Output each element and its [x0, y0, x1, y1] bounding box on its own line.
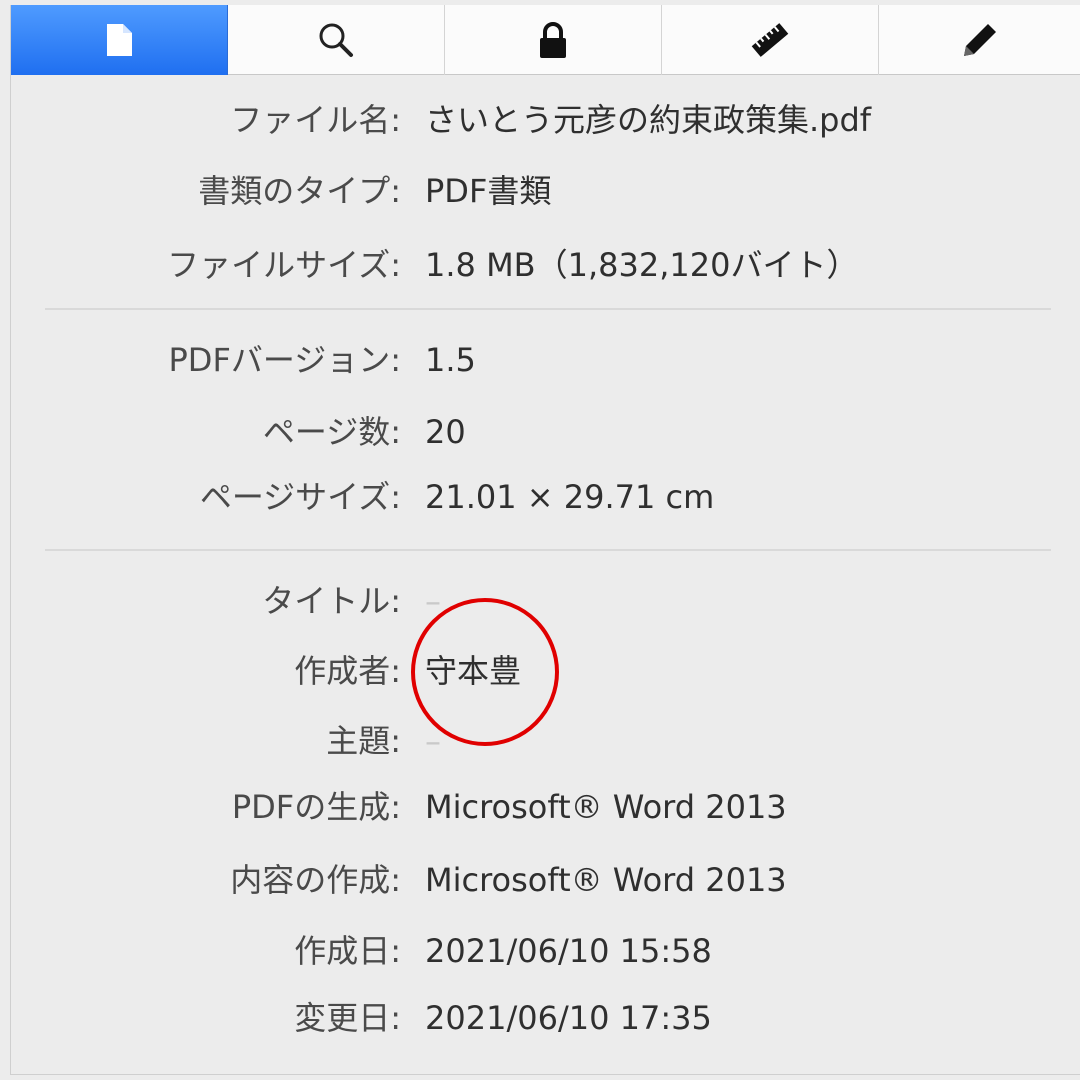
inspector-toolbar	[11, 5, 1080, 75]
info-row-creator: 内容の作成: Microsoft® Word 2013	[11, 855, 1080, 905]
info-row-created: 作成日: 2021/06/10 15:58	[11, 926, 1080, 976]
page-count-label: ページ数:	[262, 413, 401, 451]
pencil-icon	[960, 20, 1000, 60]
info-row-doc-type: 書類のタイプ: PDF書類	[11, 166, 1080, 216]
doc-type-value: PDF書類	[425, 172, 552, 210]
document-icon	[104, 22, 134, 58]
file-name-label: ファイル名:	[230, 101, 401, 139]
created-label: 作成日:	[294, 932, 401, 970]
file-size-value: 1.8 MB（1,832,120バイト）	[425, 246, 859, 284]
doc-type-label: 書類のタイプ:	[198, 172, 401, 210]
title-label: タイトル:	[262, 582, 401, 620]
info-row-pdf-version: PDFバージョン: 1.5	[11, 335, 1080, 385]
tab-general-info[interactable]	[11, 5, 228, 75]
page-size-value: 21.01 × 29.71 cm	[425, 478, 715, 516]
info-row-subject: 主題: –	[11, 716, 1080, 766]
creator-label: 内容の作成:	[230, 861, 401, 899]
creator-value: Microsoft® Word 2013	[425, 861, 787, 899]
producer-value: Microsoft® Word 2013	[425, 788, 787, 826]
info-row-page-count: ページ数: 20	[11, 407, 1080, 457]
lock-icon	[537, 20, 569, 60]
tab-search[interactable]	[228, 5, 445, 75]
tab-annotations[interactable]	[879, 5, 1080, 75]
file-name-value: さいとう元彦の約束政策集.pdf	[425, 101, 872, 139]
info-row-modified: 変更日: 2021/06/10 17:35	[11, 993, 1080, 1043]
red-highlight-circle	[411, 598, 559, 746]
modified-label: 変更日:	[294, 999, 401, 1037]
page-count-value: 20	[425, 413, 466, 451]
pdf-version-label: PDFバージョン:	[168, 341, 402, 379]
created-value: 2021/06/10 15:58	[425, 932, 712, 970]
file-size-label: ファイルサイズ:	[167, 246, 401, 284]
modified-value: 2021/06/10 17:35	[425, 999, 712, 1037]
tab-encryption[interactable]	[445, 5, 662, 75]
search-icon	[316, 20, 356, 60]
info-row-page-size: ページサイズ: 21.01 × 29.71 cm	[11, 472, 1080, 522]
section-divider	[45, 549, 1051, 551]
pdf-version-value: 1.5	[425, 341, 476, 379]
ruler-icon	[748, 18, 792, 62]
inspector-panel: ファイル名: さいとう元彦の約束政策集.pdf 書類のタイプ: PDF書類 ファ…	[10, 5, 1080, 1075]
info-row-file-name: ファイル名: さいとう元彦の約束政策集.pdf	[11, 95, 1080, 145]
author-label: 作成者:	[294, 652, 401, 690]
info-row-producer: PDFの生成: Microsoft® Word 2013	[11, 782, 1080, 832]
subject-label: 主題:	[326, 722, 401, 760]
tab-cropping[interactable]	[662, 5, 879, 75]
info-row-file-size: ファイルサイズ: 1.8 MB（1,832,120バイト）	[11, 240, 1080, 290]
section-divider	[45, 308, 1051, 310]
producer-label: PDFの生成:	[231, 788, 401, 826]
page-size-label: ページサイズ:	[199, 478, 401, 516]
info-row-title: タイトル: –	[11, 576, 1080, 626]
